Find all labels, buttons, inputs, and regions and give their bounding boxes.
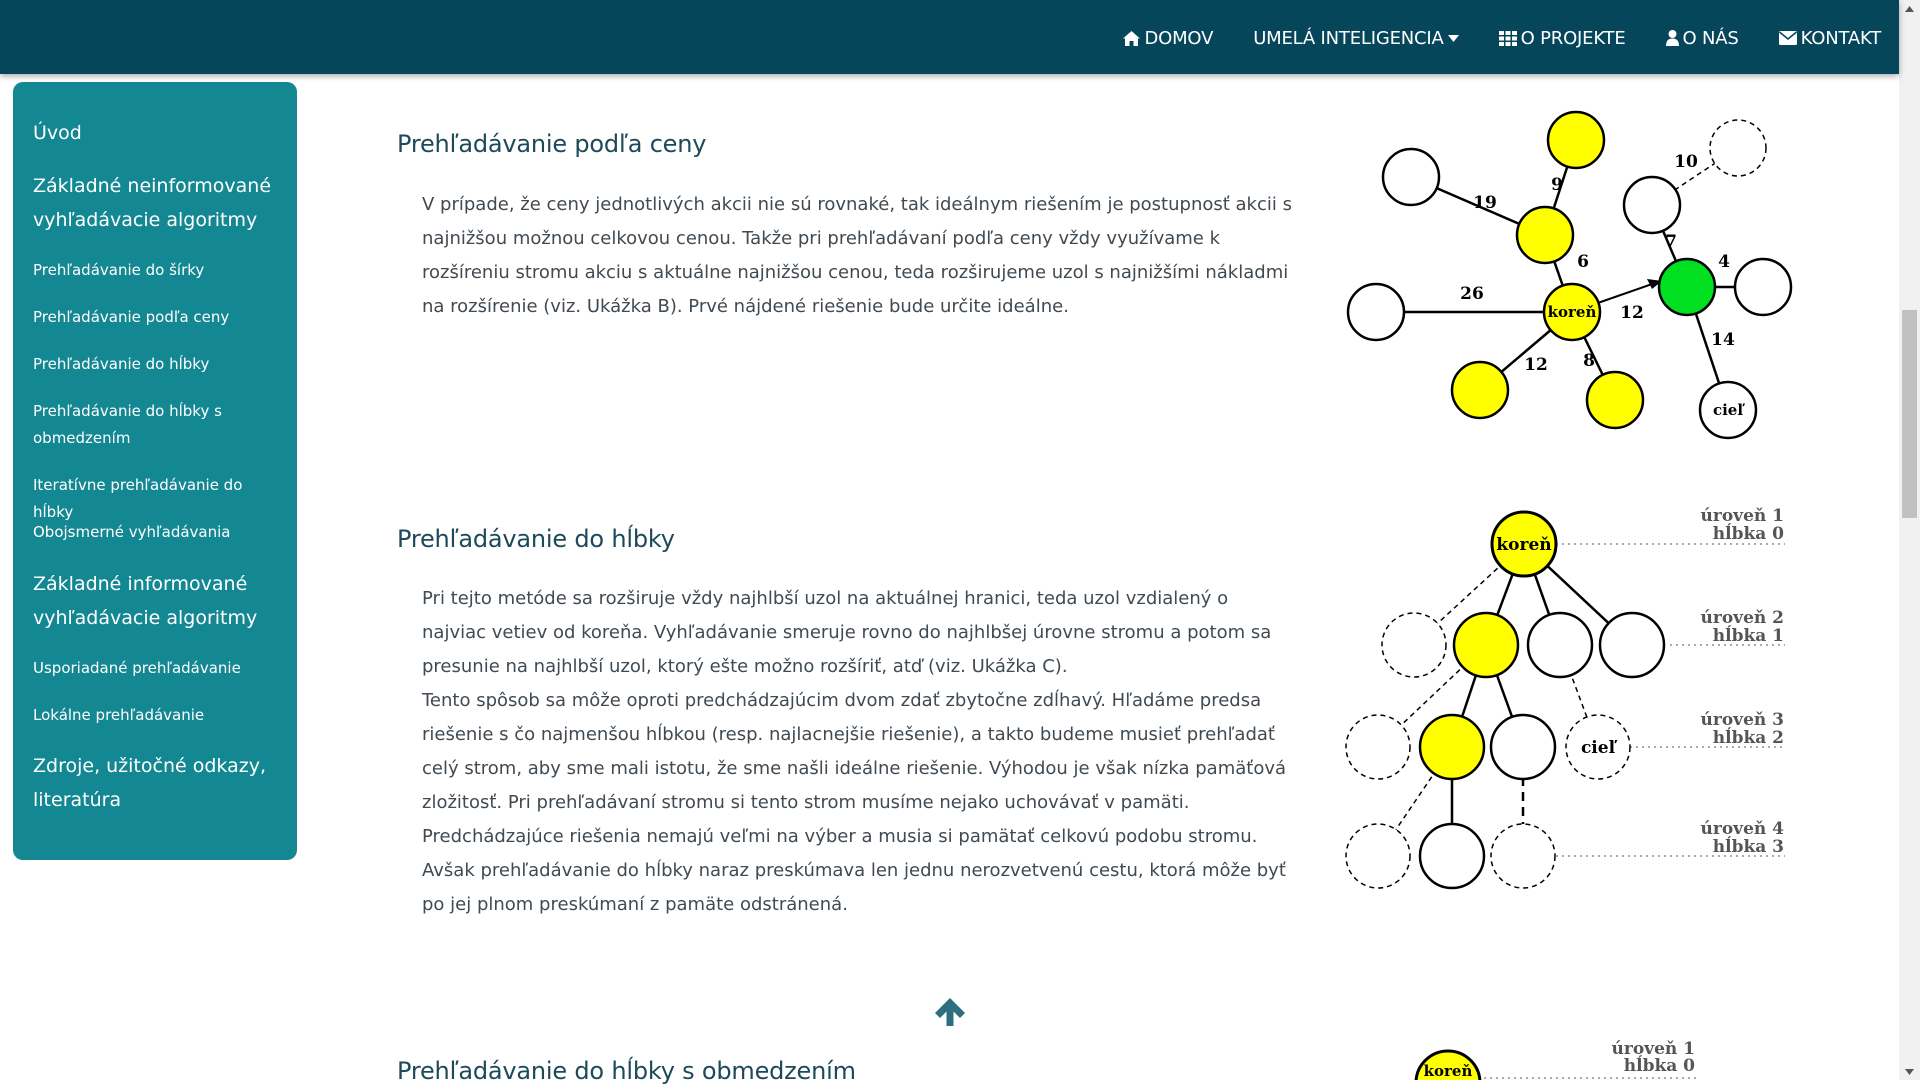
depth-label: hĺbka 1 [1713,625,1784,646]
level-label: úroveň 2 [1701,608,1784,628]
edge-label: 7 [1665,232,1677,252]
scroll-down-arrow-icon[interactable] [1899,1063,1920,1080]
level-label: úroveň 3 [1701,710,1784,730]
section-title-dfs: Prehľadávanie do hĺbky [397,525,675,553]
edge-label: 14 [1711,330,1735,350]
graph-node-expanded [1657,257,1717,317]
caret-down-icon [1447,34,1459,42]
tree-node [1490,823,1556,889]
sidebar-item-bfs[interactable]: Prehľadávanie do šírky [33,257,283,284]
nav-about[interactable]: O NÁS [1665,27,1739,49]
envelope-icon [1778,31,1797,45]
tree-node [1418,822,1486,890]
depth-label: hĺbka 0 [1713,523,1784,544]
edge-label: 4 [1718,252,1730,272]
section-title-ucs: Prehľadávanie podľa ceny [397,130,707,158]
nav-home-label: DOMOV [1144,27,1214,49]
nav-contact[interactable]: KONTAKT [1778,27,1882,49]
nav-project-label: O PROJEKTE [1520,27,1626,49]
root-label: koreň [1548,303,1597,321]
graph-node [1515,205,1575,265]
sidebar-item-sources[interactable]: Zdroje, užitočné odkazy, literatúra [33,749,283,817]
graph-node [1346,282,1406,342]
goal-label: cieľ [1713,401,1745,419]
edge-label: 26 [1460,284,1484,304]
tree-node [1381,612,1447,678]
nav-home[interactable]: DOMOV [1123,28,1213,49]
tree-node [1345,714,1411,780]
section-text-ucs: V prípade, že ceny jednotlivých akcii ni… [422,188,1292,324]
edge-label: 8 [1583,351,1595,371]
paragraph: Pri tejto metóde sa rozširuje vždy najhl… [422,588,1272,677]
nav-ai-dropdown[interactable]: UMELÁ INTELIGENCIA [1253,27,1459,49]
sidebar-item-informed[interactable]: Základné informované vyhľadávacie algori… [33,567,283,635]
depth-label: hĺbka 0 [1624,1055,1695,1076]
arrow-up-icon [935,998,965,1026]
edge-label: 12 [1620,303,1644,323]
nav-about-label: O NÁS [1682,27,1739,49]
section-title-dls: Prehľadávanie do hĺbky s obmedzením [397,1057,856,1085]
tree-node [1345,823,1411,889]
nav-ai-label: UMELÁ INTELIGENCIA [1253,27,1444,49]
page-scrollbar[interactable] [1899,0,1920,1080]
dfs-tree-diagram: koreň cieľ úroveň 1 hĺbka 0 úroveň 2 hĺb… [1345,506,1785,890]
edge-label: 12 [1524,355,1548,375]
level-label: úroveň 4 [1701,819,1785,839]
nav-contact-label: KONTAKT [1800,27,1882,49]
top-navbar: DOMOV UMELÁ INTELIGENCIA O PROJEKTE O NÁ… [0,0,1899,74]
sidebar-item-dls[interactable]: Prehľadávanie do hĺbky s obmedzením [33,398,283,452]
tree-node [1452,611,1520,679]
user-icon [1665,30,1679,46]
grid-icon [1498,30,1517,46]
sidebar-item-bidirectional[interactable]: Obojsmerné vyhľadávania [33,519,283,546]
graph-node [1622,175,1682,235]
section-text-dfs: Pri tejto metóde sa rozširuje vždy najhl… [422,582,1292,922]
root-label: koreň [1496,535,1551,555]
graph-node [1546,110,1606,170]
home-icon [1123,30,1141,46]
sidebar-item-uvod[interactable]: Úvod [33,116,283,150]
tree-node [1598,611,1666,679]
sidebar-item-best-first[interactable]: Usporiadané prehľadávanie [33,655,283,682]
depth-label: hĺbka 2 [1713,727,1784,748]
tree-node [1526,611,1594,679]
tree-node [1418,713,1486,781]
goal-label: cieľ [1581,738,1618,758]
tree-node [1489,713,1557,781]
edge-label: 10 [1674,152,1698,172]
scroll-up-arrow-icon[interactable] [1899,0,1920,17]
nav-menu: DOMOV UMELÁ INTELIGENCIA O PROJEKTE O NÁ… [1083,0,1881,76]
paragraph: V prípade, že ceny jednotlivých akcii ni… [422,194,1292,317]
sidebar: Úvod Základné neinformované vyhľadávacie… [13,82,297,860]
graph-node [1709,119,1767,177]
edge-label: 6 [1577,252,1589,272]
graph-node [1450,360,1510,420]
sidebar-item-local[interactable]: Lokálne prehľadávanie [33,702,283,729]
root-label: koreň [1424,1062,1473,1080]
sidebar-item-ucs[interactable]: Prehľadávanie podľa ceny [33,304,283,331]
nav-project[interactable]: O PROJEKTE [1498,27,1626,49]
paragraph: Tento spôsob sa môže oproti predchádzajú… [422,690,1287,915]
graph-node [1733,257,1793,317]
sidebar-item-dfs[interactable]: Prehľadávanie do hĺbky [33,351,283,378]
sidebar-item-iddfs[interactable]: Iteratívne prehľadávanie do hĺbky [33,472,283,526]
graph-node [1381,147,1441,207]
edge-label: 19 [1473,193,1497,213]
graph-node [1585,370,1645,430]
edge-label: 9 [1551,175,1563,195]
sidebar-item-uninformed[interactable]: Základné neinformované vyhľadávacie algo… [33,169,283,237]
back-to-top-button[interactable] [935,998,965,1030]
scrollbar-thumb[interactable] [1902,310,1917,518]
ucs-graph-diagram: koreň cieľ 10 9 19 6 7 4 26 12 14 12 8 [1346,110,1793,440]
level-label: úroveň 1 [1701,506,1784,526]
depth-label: hĺbka 3 [1713,836,1784,857]
dls-tree-diagram: koreň úroveň 1 hĺbka 0 [1414,1040,1700,1080]
